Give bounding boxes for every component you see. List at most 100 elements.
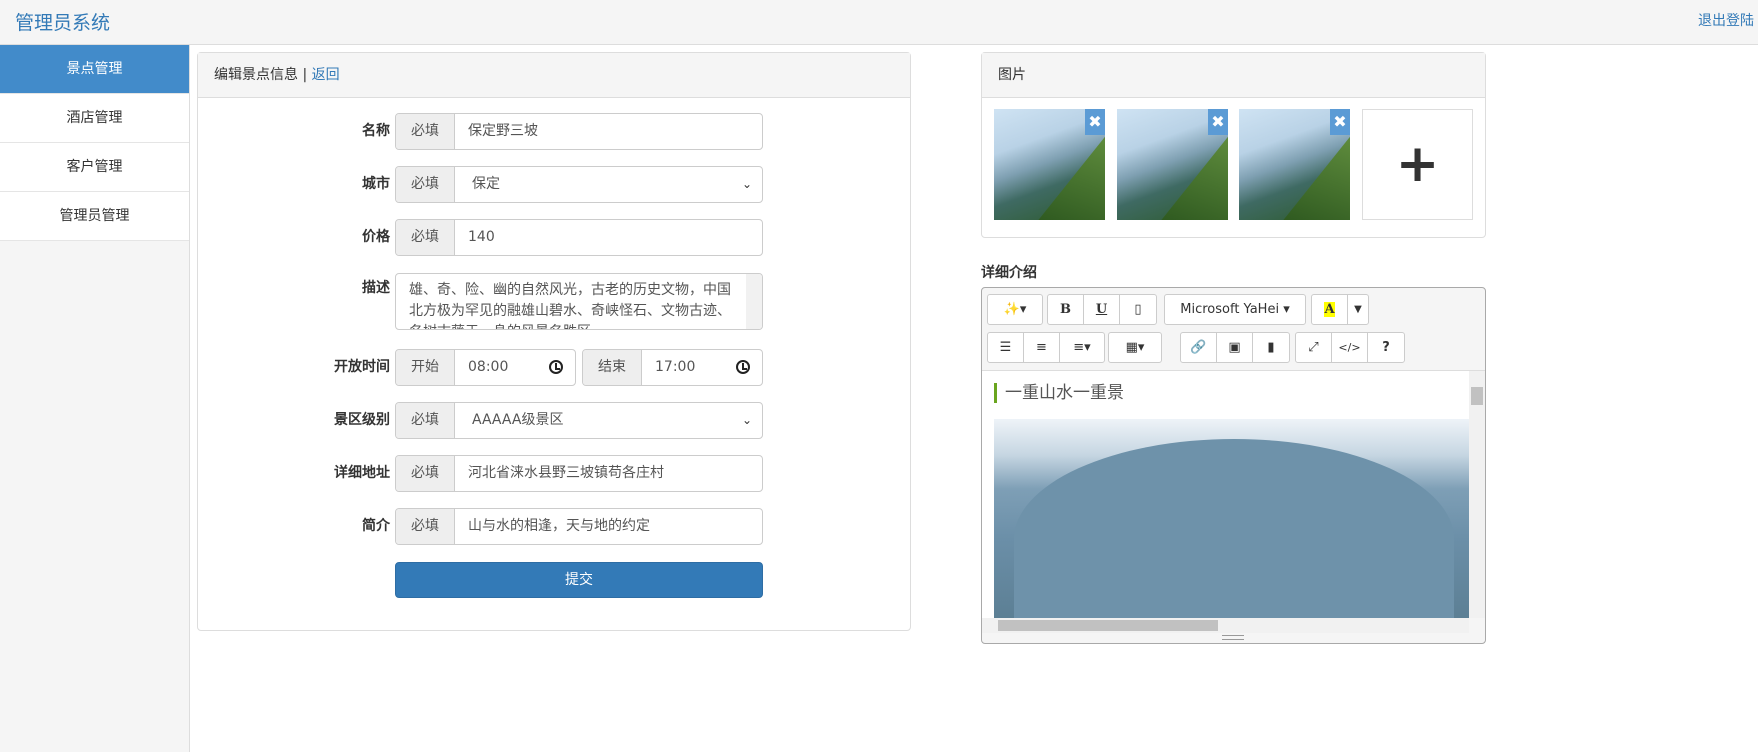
required-addon: 必填	[396, 114, 455, 149]
code-view-button[interactable]: </>	[1332, 333, 1368, 362]
fullscreen-icon[interactable]: ⤢	[1296, 333, 1332, 362]
bold-button[interactable]: B	[1048, 295, 1084, 324]
eraser-icon[interactable]: ▯	[1120, 295, 1156, 324]
address-field[interactable]: 必填 河北省涞水县野三坡镇苟各庄村	[395, 455, 763, 492]
level-label: 景区级别	[334, 412, 390, 428]
required-addon: 必填	[396, 456, 455, 491]
remove-image-icon[interactable]: ✖	[1330, 109, 1350, 135]
required-addon: 必填	[396, 509, 455, 544]
image-thumbnail[interactable]: ✖	[1117, 109, 1228, 220]
price-field[interactable]: 必填 140	[395, 219, 763, 256]
font-family-button[interactable]: Microsoft YaHei ▾	[1165, 295, 1305, 324]
desc-row: 描述 雄、奇、险、幽的自然风光，古老的历史文物，中国北方极为罕见的融雄山碧水、奇…	[280, 273, 780, 330]
city-select[interactable]: 必填 保定 ⌄	[395, 166, 763, 203]
help-button[interactable]: ?	[1368, 333, 1404, 362]
misc-group: ⤢ </>?	[1295, 332, 1405, 363]
level-select[interactable]: 必填 AAAAA级景区 ⌄	[395, 402, 763, 439]
address-label: 详细地址	[334, 465, 390, 481]
font-family-value: Microsoft YaHei	[1180, 302, 1280, 317]
highlight-button[interactable]: A	[1312, 295, 1348, 324]
link-icon[interactable]: 🔗	[1181, 333, 1217, 362]
start-time-input[interactable]: 08:00	[455, 350, 575, 385]
name-row: 名称 必填 保定野三坡	[280, 113, 780, 150]
remove-image-icon[interactable]: ✖	[1085, 109, 1105, 135]
ordered-list-icon[interactable]: ≡	[1024, 333, 1060, 362]
thumbnail-image	[1038, 136, 1105, 220]
remove-image-icon[interactable]: ✖	[1208, 109, 1228, 135]
city-select-value[interactable]: 保定 ⌄	[455, 167, 762, 202]
desc-textarea[interactable]: 雄、奇、险、幽的自然风光，古老的历史文物，中国北方极为罕见的融雄山碧水、奇峡怪石…	[395, 273, 763, 330]
rich-text-editor: ✨▾ B U ▯ Microsoft YaHei ▾ A ▼ ☰ ≡ ≡▾ ▦▾ 🔗 ▣ ▮ …	[981, 287, 1486, 644]
unordered-list-icon[interactable]: ☰	[988, 333, 1024, 362]
underline-button[interactable]: U	[1084, 295, 1120, 324]
name-field[interactable]: 必填 保定野三坡	[395, 113, 763, 150]
table-icon[interactable]: ▦▾	[1109, 333, 1161, 362]
top-navbar: 管理员系统 退出登陆	[0, 0, 1758, 45]
clock-icon[interactable]	[736, 360, 750, 374]
start-time-field[interactable]: 开始 08:00	[395, 349, 576, 386]
image-thumbnail[interactable]: ✖	[1239, 109, 1350, 220]
thumbnail-image	[1161, 136, 1228, 220]
magic-wand-icon[interactable]: ✨▾	[988, 295, 1042, 324]
intro-input[interactable]: 山与水的相逢，天与地的约定	[455, 509, 762, 544]
sidebar-item-customers[interactable]: 客户管理	[0, 143, 189, 192]
font-style-group: B U ▯	[1047, 294, 1157, 325]
font-family-dropdown[interactable]: Microsoft YaHei ▾	[1164, 294, 1306, 325]
align-icon[interactable]: ≡▾	[1060, 333, 1104, 362]
name-label: 名称	[362, 123, 390, 139]
chevron-down-icon: ⌄	[741, 413, 752, 427]
images-panel: 图片 ✖ ✖ ✖ +	[981, 52, 1486, 238]
image-icon[interactable]: ▣	[1217, 333, 1253, 362]
desc-text[interactable]: 雄、奇、险、幽的自然风光，古老的历史文物，中国北方极为罕见的融雄山碧水、奇峡怪石…	[396, 274, 762, 329]
sidebar-item-attractions[interactable]: 景点管理	[0, 45, 189, 94]
table-group: ▦▾	[1108, 332, 1162, 363]
mountain-shape	[1014, 439, 1454, 618]
add-image-button[interactable]: +	[1362, 109, 1473, 220]
price-row: 价格 必填 140	[280, 219, 780, 256]
sidebar: 景点管理 酒店管理 客户管理 管理员管理	[0, 45, 190, 752]
textarea-scrollbar[interactable]	[746, 274, 762, 329]
scroll-thumb[interactable]	[1471, 387, 1483, 405]
scroll-thumb[interactable]	[998, 620, 1218, 631]
level-value: AAAAA级景区	[472, 412, 564, 428]
clock-icon[interactable]	[549, 360, 563, 374]
highlight-icon: A	[1324, 302, 1335, 317]
end-time-value: 17:00	[655, 359, 696, 375]
sidebar-item-admins[interactable]: 管理员管理	[0, 192, 189, 241]
name-input[interactable]: 保定野三坡	[455, 114, 762, 149]
required-addon: 必填	[396, 403, 455, 438]
address-input[interactable]: 河北省涞水县野三坡镇苟各庄村	[455, 456, 762, 491]
sidebar-item-hotels[interactable]: 酒店管理	[0, 94, 189, 143]
desc-label: 描述	[362, 280, 390, 296]
price-input[interactable]: 140	[455, 220, 762, 255]
editor-content[interactable]: 一重山水一重景	[982, 370, 1485, 618]
end-time-field[interactable]: 结束 17:00	[582, 349, 763, 386]
submit-button[interactable]: 提交	[395, 562, 763, 598]
image-thumbnail[interactable]: ✖	[994, 109, 1105, 220]
color-group: A ▼	[1311, 294, 1369, 325]
required-addon: 必填	[396, 220, 455, 255]
logout-link[interactable]: 退出登陆	[1698, 10, 1754, 30]
color-dropdown-icon[interactable]: ▼	[1348, 295, 1368, 324]
vertical-scrollbar[interactable]	[1469, 371, 1485, 618]
end-addon: 结束	[583, 350, 642, 385]
video-icon[interactable]: ▮	[1253, 333, 1289, 362]
intro-field[interactable]: 必填 山与水的相逢，天与地的约定	[395, 508, 763, 545]
content-heading: 一重山水一重景	[994, 383, 1124, 403]
brand-title[interactable]: 管理员系统	[15, 8, 110, 35]
level-row: 景区级别 必填 AAAAA级景区 ⌄	[280, 402, 780, 439]
resize-handle[interactable]	[1222, 635, 1244, 640]
horizontal-scrollbar[interactable]	[982, 618, 1469, 633]
intro-row: 简介 必填 山与水的相逢，天与地的约定	[280, 508, 780, 545]
start-addon: 开始	[396, 350, 455, 385]
hours-label: 开放时间	[334, 359, 390, 375]
images-panel-header: 图片	[982, 53, 1485, 98]
city-value: 保定	[472, 176, 500, 192]
content-image	[994, 419, 1470, 618]
chevron-down-icon: ⌄	[741, 177, 752, 191]
end-time-input[interactable]: 17:00	[642, 350, 762, 385]
city-label: 城市	[362, 176, 390, 192]
edit-form-panel: 编辑景点信息 | 返回 名称 必填 保定野三坡 城市 必填 保定 ⌄ 价格 必填 140…	[197, 52, 911, 631]
level-select-value[interactable]: AAAAA级景区 ⌄	[455, 403, 762, 438]
paragraph-group: ☰ ≡ ≡▾	[987, 332, 1105, 363]
